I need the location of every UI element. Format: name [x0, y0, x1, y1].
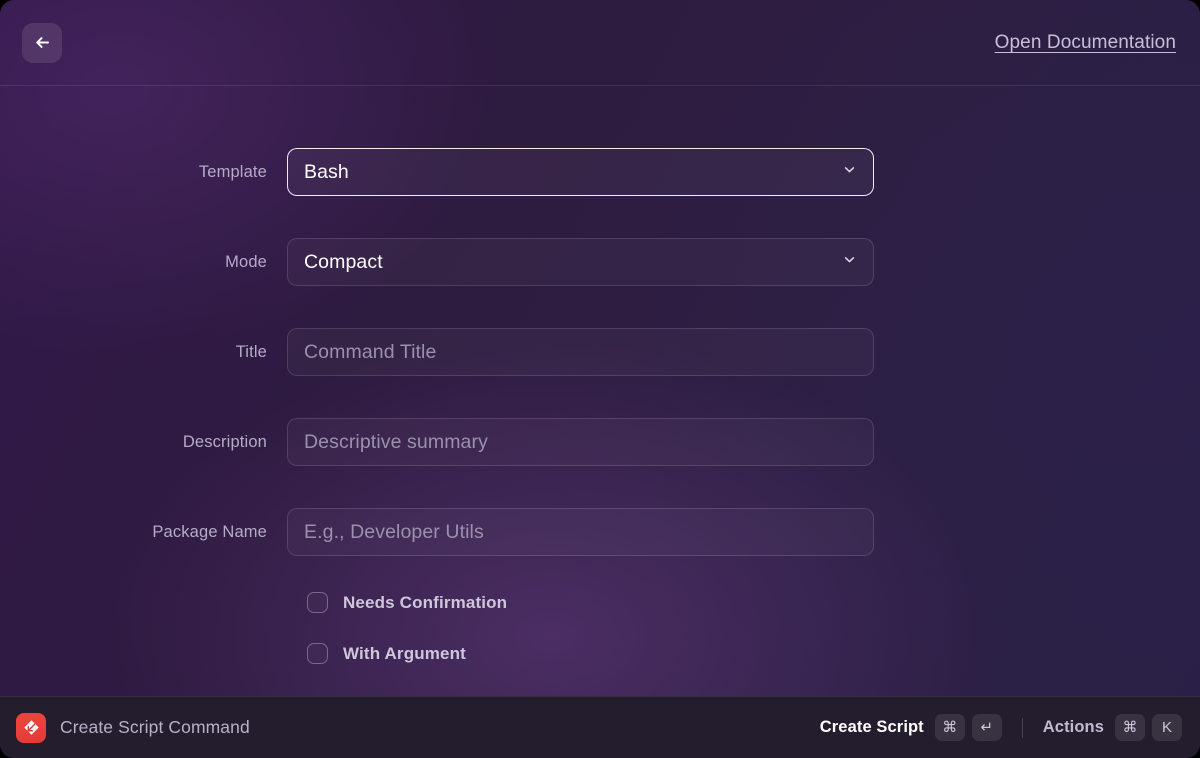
mode-select-value: Compact: [304, 251, 383, 274]
label-title: Title: [0, 343, 287, 362]
with-argument-checkbox[interactable]: [307, 643, 328, 664]
label-package-name: Package Name: [0, 523, 287, 542]
footer-left-group: Create Script Command: [16, 713, 250, 743]
footer-separator: [1022, 718, 1023, 738]
description-input-placeholder: Descriptive summary: [304, 431, 488, 454]
label-mode: Mode: [0, 253, 287, 272]
actions-shortcut: ⌘ K: [1115, 714, 1182, 741]
header-bar: Open Documentation: [0, 0, 1200, 86]
label-description: Description: [0, 433, 287, 452]
checkbox-row-needs-confirmation: Needs Confirmation: [0, 577, 1200, 628]
footer-app-title: Create Script Command: [60, 717, 250, 738]
arrow-left-icon: [33, 33, 52, 52]
form-row-mode: Mode Compact: [0, 217, 1200, 307]
description-input[interactable]: Descriptive summary: [287, 418, 874, 466]
raycast-window: Open Documentation Template Bash Mode Co…: [0, 0, 1200, 758]
form-body: Template Bash Mode Compact: [0, 86, 1200, 696]
raycast-logo-icon: [16, 713, 46, 743]
form-row-package-name: Package Name E.g., Developer Utils: [0, 487, 1200, 577]
open-documentation-link[interactable]: Open Documentation: [995, 32, 1176, 54]
create-script-action[interactable]: Create Script: [820, 718, 924, 737]
title-input[interactable]: Command Title: [287, 328, 874, 376]
template-select-value: Bash: [304, 161, 349, 184]
package-name-input[interactable]: E.g., Developer Utils: [287, 508, 874, 556]
mode-select[interactable]: Compact: [287, 238, 874, 286]
command-key-icon[interactable]: ⌘: [1115, 714, 1145, 741]
form-row-title: Title Command Title: [0, 307, 1200, 397]
template-select[interactable]: Bash: [287, 148, 874, 196]
label-template: Template: [0, 163, 287, 182]
chevron-down-icon: [842, 252, 857, 272]
k-key-icon[interactable]: K: [1152, 714, 1182, 741]
needs-confirmation-label[interactable]: Needs Confirmation: [343, 593, 507, 613]
command-key-icon[interactable]: ⌘: [935, 714, 965, 741]
form-row-description: Description Descriptive summary: [0, 397, 1200, 487]
form-row-template: Template Bash: [0, 127, 1200, 217]
chevron-down-icon: [842, 162, 857, 182]
back-button[interactable]: [22, 23, 62, 63]
actions-menu-button[interactable]: Actions: [1043, 718, 1104, 737]
title-input-placeholder: Command Title: [304, 341, 436, 364]
with-argument-label[interactable]: With Argument: [343, 644, 466, 664]
needs-confirmation-checkbox[interactable]: [307, 592, 328, 613]
checkbox-row-with-argument: With Argument: [0, 628, 1200, 679]
enter-key-icon[interactable]: ↵: [972, 714, 1002, 741]
create-script-shortcut: ⌘ ↵: [935, 714, 1002, 741]
footer-bar: Create Script Command Create Script ⌘ ↵ …: [0, 696, 1200, 758]
package-name-input-placeholder: E.g., Developer Utils: [304, 521, 484, 544]
footer-right-group: Create Script ⌘ ↵ Actions ⌘ K: [820, 714, 1182, 741]
